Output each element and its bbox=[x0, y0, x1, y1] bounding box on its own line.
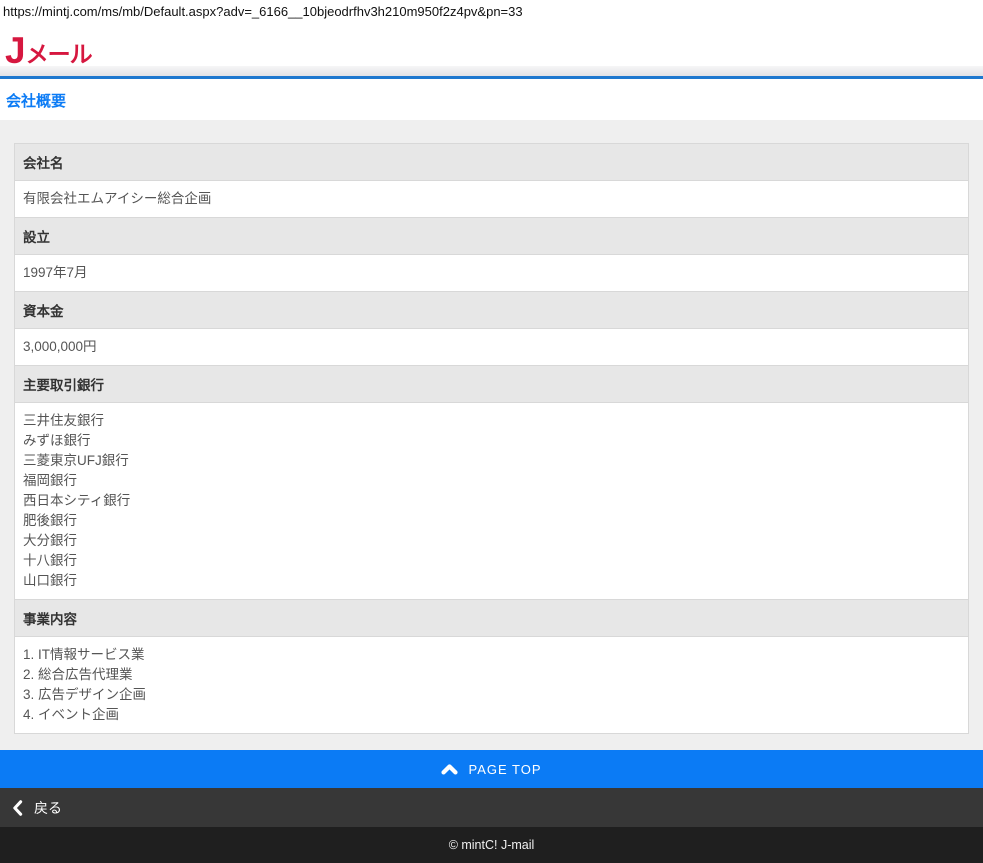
content-area: 会社名有限会社エムアイシー総合企画設立1997年7月資本金3,000,000円主… bbox=[0, 120, 983, 750]
table-section-header-row: 資本金 bbox=[15, 292, 969, 329]
table-value-row: 三井住友銀行みずほ銀行三菱東京UFJ銀行福岡銀行西日本シティ銀行肥後銀行大分銀行… bbox=[15, 403, 969, 600]
site-footer: © mintC! J-mail bbox=[0, 827, 983, 863]
page-title-row: 会社概要 bbox=[0, 79, 983, 120]
table-value-cell: 1. IT情報サービス業2. 総合広告代理業3. 広告デザイン企画4. イベント… bbox=[15, 637, 969, 734]
table-header-cell: 主要取引銀行 bbox=[15, 366, 969, 403]
table-section-header-row: 事業内容 bbox=[15, 600, 969, 637]
back-button[interactable]: 戻る bbox=[0, 788, 983, 827]
table-value-cell: 1997年7月 bbox=[15, 255, 969, 292]
table-value-cell: 三井住友銀行みずほ銀行三菱東京UFJ銀行福岡銀行西日本シティ銀行肥後銀行大分銀行… bbox=[15, 403, 969, 600]
table-value-cell: 有限会社エムアイシー総合企画 bbox=[15, 181, 969, 218]
chevron-up-icon bbox=[441, 763, 458, 775]
page-title: 会社概要 bbox=[6, 93, 66, 110]
table-section-header-row: 主要取引銀行 bbox=[15, 366, 969, 403]
table-header-cell: 資本金 bbox=[15, 292, 969, 329]
page-top-button[interactable]: PAGE TOP bbox=[0, 750, 983, 788]
company-table-body: 会社名有限会社エムアイシー総合企画設立1997年7月資本金3,000,000円主… bbox=[15, 144, 969, 734]
table-value-row: 1. IT情報サービス業2. 総合広告代理業3. 広告デザイン企画4. イベント… bbox=[15, 637, 969, 734]
page-top-label: PAGE TOP bbox=[468, 762, 541, 777]
back-label: 戻る bbox=[34, 798, 62, 818]
table-header-cell: 会社名 bbox=[15, 144, 969, 181]
jmail-logo[interactable]: J メール bbox=[5, 36, 92, 66]
table-value-cell: 3,000,000円 bbox=[15, 329, 969, 366]
logo-mail-text: メール bbox=[26, 43, 92, 66]
site-header: J メール bbox=[0, 22, 983, 66]
header-gradient-band bbox=[0, 66, 983, 76]
table-section-header-row: 設立 bbox=[15, 218, 969, 255]
chevron-left-icon bbox=[12, 800, 23, 816]
logo-j-glyph: J bbox=[5, 36, 25, 66]
table-header-cell: 事業内容 bbox=[15, 600, 969, 637]
page-url-text: https://mintj.com/ms/mb/Default.aspx?adv… bbox=[0, 0, 983, 22]
table-value-row: 有限会社エムアイシー総合企画 bbox=[15, 181, 969, 218]
company-overview-table: 会社名有限会社エムアイシー総合企画設立1997年7月資本金3,000,000円主… bbox=[14, 143, 969, 734]
table-value-row: 1997年7月 bbox=[15, 255, 969, 292]
table-value-row: 3,000,000円 bbox=[15, 329, 969, 366]
copyright-text: © mintC! J-mail bbox=[449, 838, 535, 852]
table-section-header-row: 会社名 bbox=[15, 144, 969, 181]
table-header-cell: 設立 bbox=[15, 218, 969, 255]
